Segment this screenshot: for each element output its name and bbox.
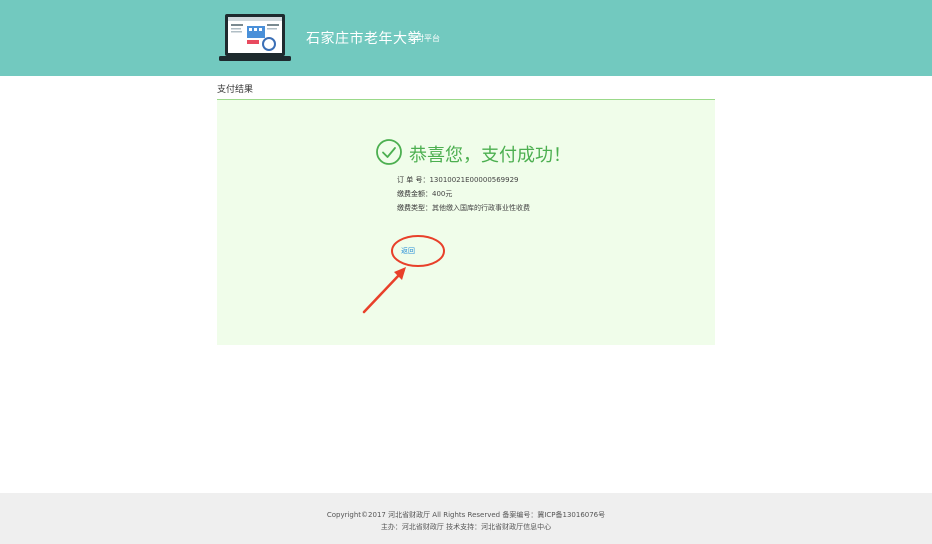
site-title: 石家庄市老年大学 — [306, 31, 422, 47]
result-panel — [217, 100, 715, 345]
footer-copyright: Copyright©2017 河北省财政厅 All Rights Reserve… — [326, 511, 606, 519]
amount-row: 缴费金额：400元 — [397, 189, 452, 199]
section-title: 支付结果 — [217, 85, 254, 95]
arrow-icon — [362, 267, 406, 314]
footer-credits: 主办：河北省财政厅 技术支持：河北省财政厅信息中心 — [380, 523, 552, 531]
order-number-value: 13010021E00000569929 — [429, 176, 519, 184]
fee-type-row: 缴费类型：其他缴入国库的行政事业性收费 — [397, 203, 530, 213]
fee-type-label: 缴费类型： — [397, 204, 432, 212]
laptop-icon — [219, 14, 291, 61]
amount-value: 400元 — [432, 190, 453, 198]
fee-type-value: 其他缴入国库的行政事业性收费 — [432, 204, 530, 212]
header-bar: 石家庄市老年大学 支付平台 — [0, 0, 932, 76]
order-number-row: 订 单 号：13010021E00000569929 — [397, 175, 519, 185]
site-subtitle: 支付平台 — [408, 34, 440, 43]
success-message: 恭喜您，支付成功！ — [409, 145, 571, 166]
check-circle-icon — [376, 139, 402, 165]
footer: Copyright©2017 河北省财政厅 All Rights Reserve… — [0, 493, 932, 544]
order-number-label: 订 单 号： — [397, 176, 430, 184]
amount-label: 缴费金额： — [397, 190, 432, 198]
